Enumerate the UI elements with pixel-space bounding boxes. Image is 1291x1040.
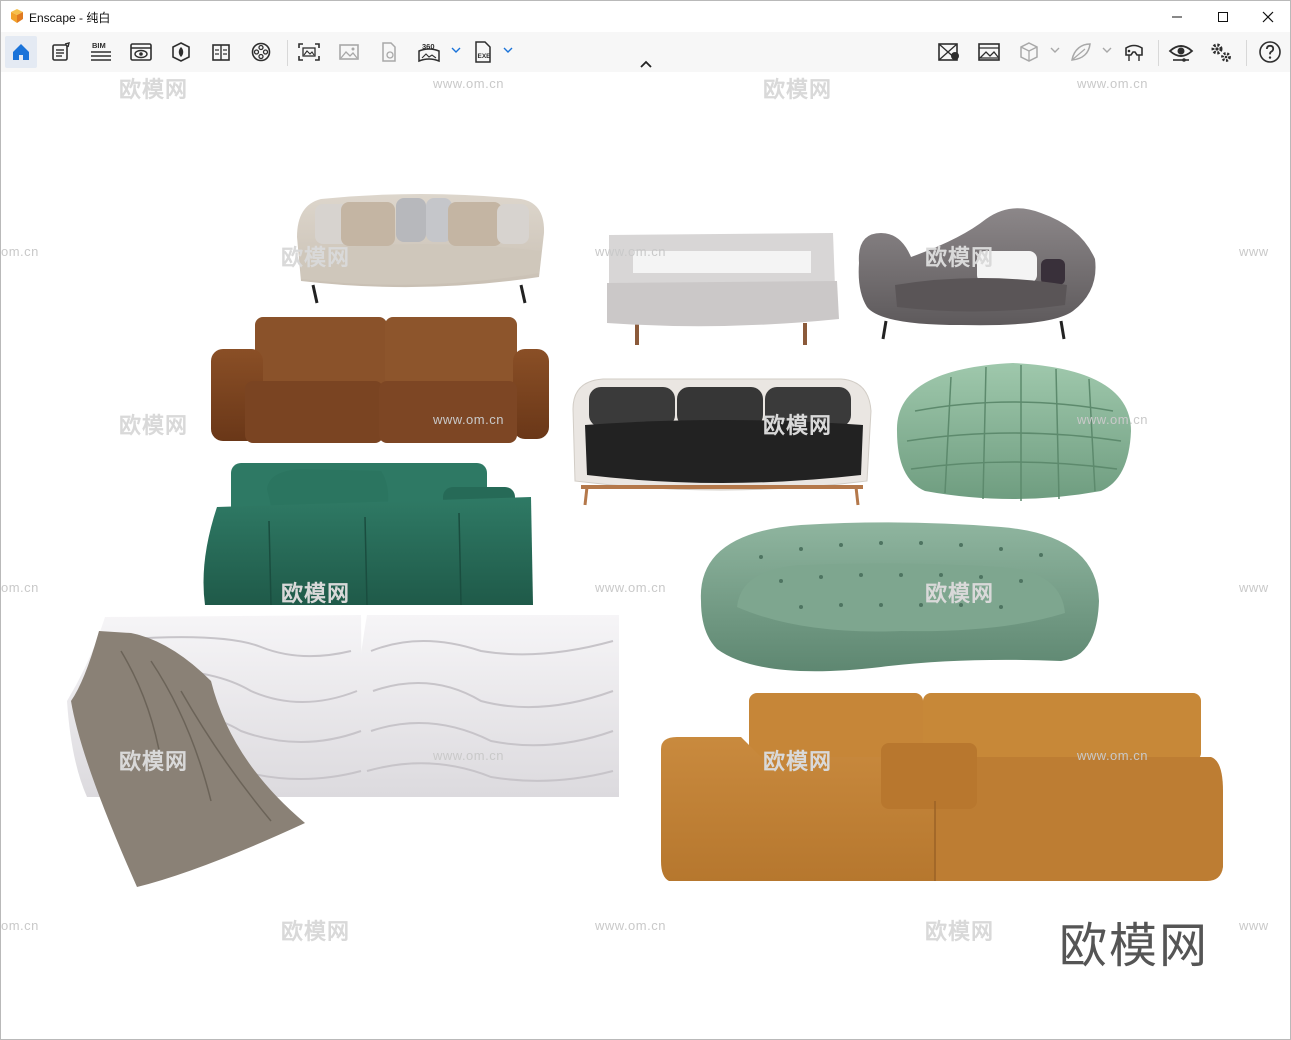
render-viewport[interactable]: 欧模网 www.om.cn 欧模网 www.om.cn om.cn 欧模网 ww…: [1, 72, 1290, 1039]
watermark: 欧模网: [763, 749, 833, 774]
close-icon: [1262, 11, 1274, 22]
visual-settings-button[interactable]: [1165, 36, 1197, 68]
sky-atmosphere-button[interactable]: [973, 36, 1005, 68]
help-icon: [1259, 41, 1281, 63]
app-name: Enscape: [29, 11, 76, 25]
teal-velvet-sofa: [203, 463, 533, 606]
panorama-button[interactable]: 360: [413, 36, 445, 68]
black-fabric-sofa: [572, 378, 872, 506]
watermark: 欧模网: [925, 245, 995, 270]
window-title: Enscape - 纯白: [29, 9, 110, 26]
title-separator: -: [75, 11, 87, 25]
watermark: www.om.cn: [595, 580, 666, 595]
collapse-toolbar-chevron-icon[interactable]: [639, 59, 653, 69]
film-reel-icon: [251, 42, 271, 62]
export-button[interactable]: [373, 36, 405, 68]
vegetation-button[interactable]: [1065, 36, 1097, 68]
enscape-logo-icon: [11, 9, 23, 23]
vr-headset-button[interactable]: [1118, 36, 1150, 68]
asset-library-button[interactable]: [165, 36, 197, 68]
mint-bubble-sofa: [896, 363, 1131, 501]
panorama-dropdown-chevron-icon[interactable]: [451, 45, 461, 55]
views-button[interactable]: [125, 36, 157, 68]
project-info-button[interactable]: [45, 36, 77, 68]
eye-window-icon: [130, 43, 152, 61]
watermark: www.om.cn: [433, 76, 504, 91]
screenshot-icon: [298, 43, 320, 61]
orange-leather-modular-sofa: [661, 693, 1223, 881]
watermark: www.om.cn: [1077, 412, 1148, 427]
home-icon: [13, 44, 29, 60]
vegetation-dropdown-chevron-icon[interactable]: [1102, 45, 1112, 55]
watermark: 欧模网: [763, 77, 833, 102]
view-management-button[interactable]: [933, 36, 965, 68]
minimize-button[interactable]: [1154, 1, 1200, 32]
watermark: 欧模网: [281, 919, 351, 944]
enscape-window: Enscape - 纯白 BIM 360 EXE 欧模网 www.om.cn 欧…: [0, 0, 1291, 1040]
exe-file-icon: EXE: [475, 41, 492, 63]
watermark: om.cn: [1, 580, 39, 595]
toolbar-separator: [1158, 40, 1159, 66]
watermark: om.cn: [1, 244, 39, 259]
image-icon: [339, 44, 359, 60]
watermark: www.om.cn: [595, 244, 666, 259]
bim-icon-label: BIM: [92, 41, 106, 50]
minimize-icon: [1172, 16, 1182, 17]
watermark: 欧模网: [281, 245, 351, 270]
exe-icon-label: EXE: [478, 53, 492, 60]
gears-icon: [1211, 43, 1231, 62]
material-library-button[interactable]: [205, 36, 237, 68]
standalone-export-button[interactable]: EXE: [467, 36, 499, 68]
landscape-icon: [978, 43, 1000, 61]
screenshot-button[interactable]: [293, 36, 325, 68]
bim-mode-button[interactable]: BIM: [85, 36, 117, 68]
vr-headset-icon: [1125, 44, 1143, 61]
watermark: 欧模网: [119, 413, 189, 438]
close-button[interactable]: [1245, 1, 1291, 32]
home-button[interactable]: [5, 36, 37, 68]
maximize-button[interactable]: [1200, 1, 1246, 32]
watermark: 欧模网: [119, 77, 189, 102]
video-editor-button[interactable]: [245, 36, 277, 68]
asset-library-icon: [172, 42, 190, 62]
brand-logo-text: 欧模网: [1059, 918, 1210, 974]
toolbar-separator: [1246, 40, 1247, 66]
leaf-icon: [1071, 43, 1091, 61]
notes-icon: [52, 42, 70, 61]
watermark: 欧模网: [763, 413, 833, 438]
orthographic-button[interactable]: [1013, 36, 1045, 68]
watermark: om.cn: [1, 918, 39, 933]
map-pin-icon: [938, 43, 959, 61]
watermark: www.om.cn: [1077, 76, 1148, 91]
watermark: www: [1239, 918, 1269, 933]
export-dropdown-chevron-icon[interactable]: [503, 45, 513, 55]
watermark: 欧模网: [925, 581, 995, 606]
title-bar: Enscape - 纯白: [1, 1, 1290, 32]
panorama-360-icon: 360: [418, 42, 440, 63]
watermark: www: [1239, 580, 1269, 595]
cube-icon: [1020, 42, 1038, 62]
grey-curvy-loveseat: [858, 208, 1096, 340]
watermark: www: [1239, 244, 1269, 259]
watermark: www.om.cn: [433, 412, 504, 427]
toolbar-separator: [287, 40, 288, 66]
help-button[interactable]: [1254, 36, 1286, 68]
sage-tufted-sofa: [700, 522, 1099, 672]
book-icon: [212, 44, 230, 61]
watermark: www.om.cn: [1077, 748, 1148, 763]
batch-render-button[interactable]: [333, 36, 365, 68]
scene-name: 纯白: [86, 11, 111, 25]
maximize-icon: [1218, 11, 1228, 22]
sofa-scene: [67, 194, 1223, 887]
bim-icon: BIM: [91, 41, 111, 61]
eye-icon: [1168, 45, 1194, 62]
general-settings-button[interactable]: [1205, 36, 1237, 68]
watermark: 欧模网: [281, 581, 351, 606]
ortho-dropdown-chevron-icon[interactable]: [1050, 45, 1060, 55]
watermark: 欧模网: [925, 919, 995, 944]
watermark: www.om.cn: [595, 918, 666, 933]
file-export-icon: [382, 42, 396, 62]
watermark: 欧模网: [119, 749, 189, 774]
watermark: www.om.cn: [433, 748, 504, 763]
